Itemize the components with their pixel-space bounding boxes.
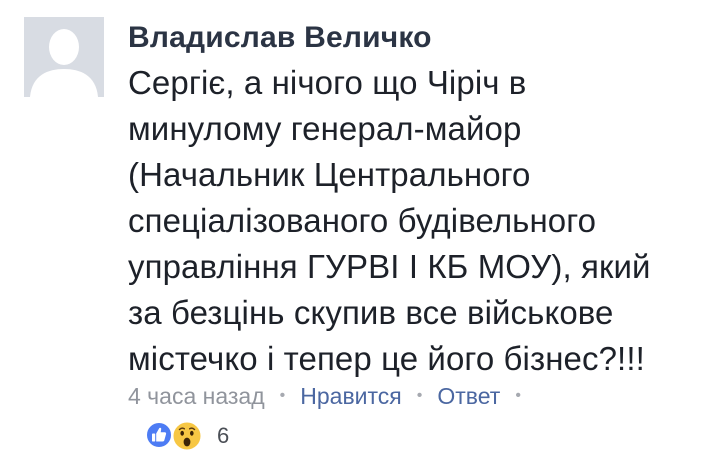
separator-dot: • — [416, 387, 423, 404]
default-avatar-icon — [24, 17, 104, 97]
author-name[interactable]: Владислав Величко — [128, 18, 708, 58]
reactions-summary[interactable]: 6 — [145, 419, 229, 453]
like-button[interactable]: Нравится — [300, 383, 402, 410]
separator-dot: • — [279, 387, 286, 404]
comment-text-line: містечко і тепер це його бізнес?!!! — [128, 340, 645, 377]
comment-text-line: за безцінь скупив все військове — [128, 294, 614, 331]
comment-text-line: управління ГУРВІ І КБ МОУ), який — [128, 248, 651, 285]
separator-dot: • — [515, 387, 521, 404]
comment-text-line: минулому генерал-майор — [128, 110, 522, 147]
comment-body: Владислав Величко Сергіє, а нічого що Чі… — [128, 18, 708, 382]
like-icon — [145, 421, 173, 449]
avatar[interactable] — [24, 17, 104, 97]
comment-text-line: Сергіє, а нічого що Чіріч в — [128, 64, 527, 101]
comment-text-line: спеціалізованого будівельного — [128, 202, 597, 239]
comment-text-line: (Начальник Центрального — [128, 156, 531, 193]
wow-icon — [171, 420, 203, 452]
comment: Владислав Величко Сергіє, а нічого що Чі… — [0, 0, 720, 476]
comment-meta: 4 часа назад • Нравится • Ответ • — [128, 381, 536, 411]
comment-text: Сергіє, а нічого що Чіріч в минулому ген… — [128, 60, 708, 382]
reaction-icons — [145, 419, 207, 453]
reaction-count: 6 — [217, 423, 230, 448]
reply-button[interactable]: Ответ — [437, 383, 500, 410]
timestamp[interactable]: 4 часа назад — [128, 383, 265, 410]
